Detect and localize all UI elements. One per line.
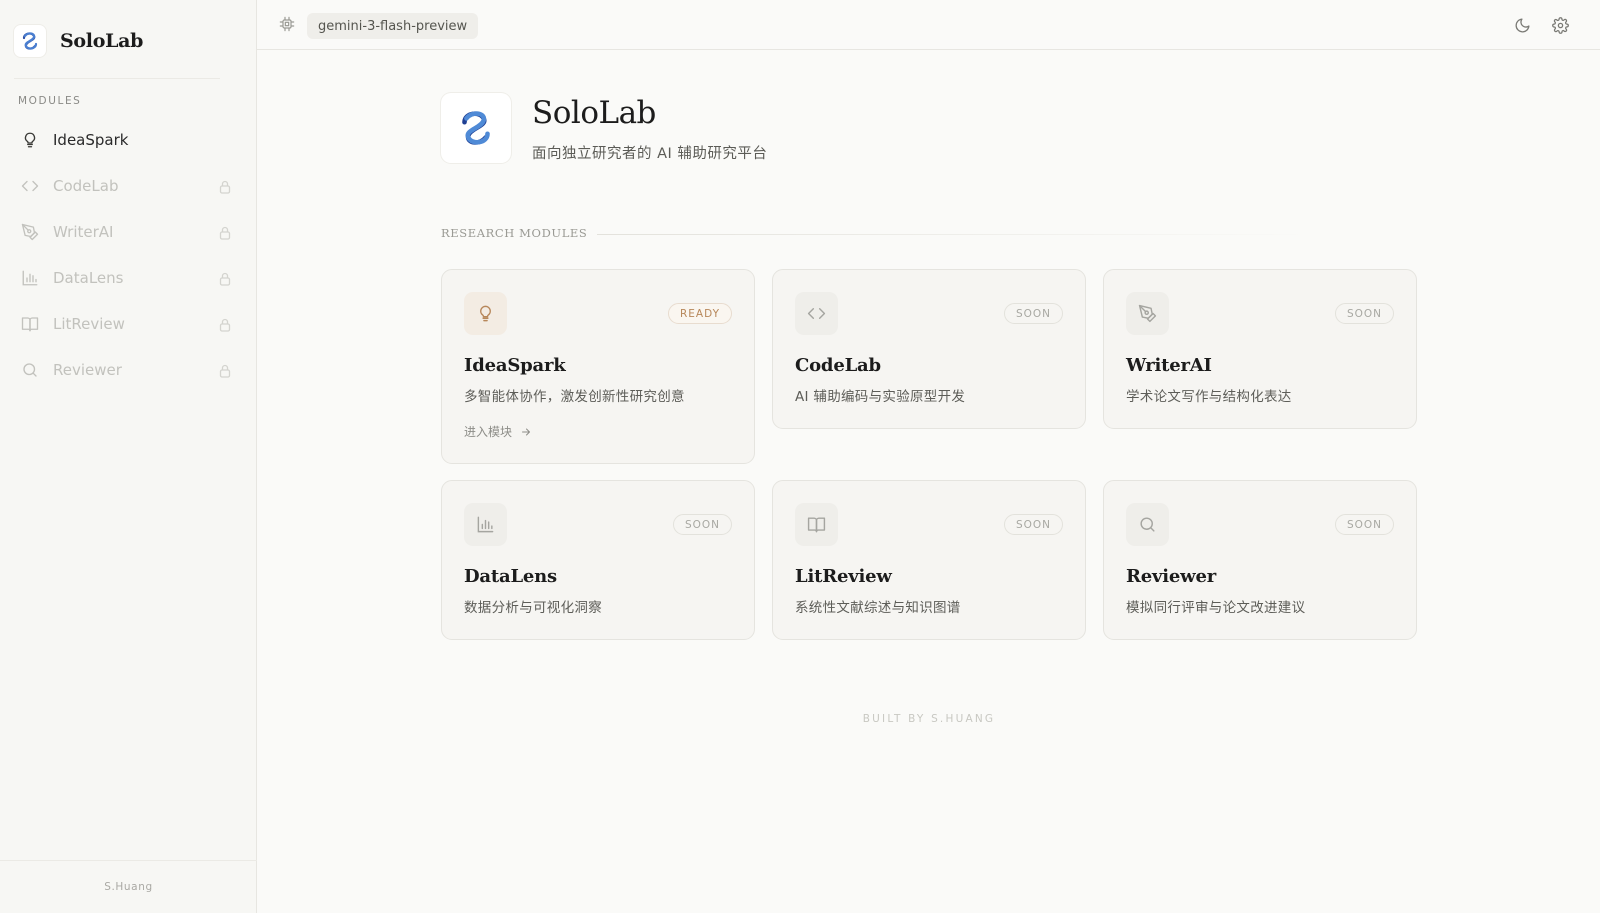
- code-icon: [795, 292, 838, 335]
- sidebar-item-label: Reviewer: [53, 361, 122, 379]
- card-description: 数据分析与可视化洞察: [464, 600, 602, 616]
- search-icon: [20, 360, 40, 380]
- lightbulb-icon: [20, 130, 40, 150]
- lock-icon: [219, 271, 231, 286]
- page-title: SoloLab: [532, 95, 656, 131]
- card-title: CodeLab: [795, 355, 881, 376]
- search-icon: [1126, 503, 1169, 546]
- module-card-writerai[interactable]: SOON WriterAI 学术论文写作与结构化表达: [1103, 269, 1417, 429]
- status-badge: SOON: [1334, 303, 1394, 324]
- lock-icon: [219, 317, 231, 332]
- lock-icon: [219, 363, 231, 378]
- sidebar-item-datalens[interactable]: DataLens: [0, 255, 257, 301]
- card-title: IdeaSpark: [464, 355, 566, 376]
- settings-button[interactable]: [1550, 15, 1570, 35]
- top-bar: gemini-3-flash-preview: [257, 0, 1600, 50]
- dark-mode-toggle[interactable]: [1512, 15, 1532, 35]
- card-description: 学术论文写作与结构化表达: [1126, 389, 1292, 405]
- card-title: Reviewer: [1126, 566, 1216, 587]
- sidebar-item-writerai[interactable]: WriterAI: [0, 209, 257, 255]
- built-by-footer: BUILT BY S.HUANG: [862, 713, 996, 725]
- sidebar-item-litreview[interactable]: LitReview: [0, 301, 257, 347]
- sidebar-item-reviewer[interactable]: Reviewer: [0, 347, 257, 393]
- status-badge: READY: [667, 303, 732, 324]
- sidebar-footer: S.Huang: [104, 881, 153, 893]
- model-selector[interactable]: gemini-3-flash-preview: [307, 13, 479, 39]
- status-badge: SOON: [672, 514, 732, 535]
- section-label: RESEARCH MODULES: [441, 226, 588, 240]
- module-card-reviewer[interactable]: SOON Reviewer 模拟同行评审与论文改进建议: [1103, 480, 1417, 640]
- card-title: DataLens: [464, 566, 557, 587]
- book-open-icon: [795, 503, 838, 546]
- status-badge: SOON: [1003, 514, 1063, 535]
- card-title: LitReview: [795, 566, 892, 587]
- book-open-icon: [20, 314, 40, 334]
- card-title: WriterAI: [1126, 355, 1212, 376]
- gear-icon: [1551, 16, 1569, 34]
- sidebar-item-label: LitReview: [53, 315, 125, 333]
- brand-name: SoloLab: [60, 30, 144, 52]
- top-actions: [1512, 15, 1570, 35]
- pen-tool-icon: [1126, 292, 1169, 335]
- card-description: AI 辅助编码与实验原型开发: [795, 389, 966, 405]
- sidebar-section-label: MODULES: [18, 95, 82, 107]
- module-card-litreview[interactable]: SOON LitReview 系统性文献综述与知识图谱: [772, 480, 1086, 640]
- sidebar: SoloLab MODULES IdeaSpark CodeLab Writer…: [0, 0, 257, 913]
- lock-icon: [219, 225, 231, 240]
- cpu-chip-icon: [279, 16, 295, 32]
- module-card-codelab[interactable]: SOON CodeLab AI 辅助编码与实验原型开发: [772, 269, 1086, 429]
- code-icon: [20, 176, 40, 196]
- status-badge: SOON: [1334, 514, 1394, 535]
- hero-logo-icon: [441, 93, 511, 163]
- page-subtitle: 面向独立研究者的 AI 辅助研究平台: [532, 146, 768, 162]
- module-card-datalens[interactable]: SOON DataLens 数据分析与可视化洞察: [441, 480, 755, 640]
- bar-chart-icon: [20, 268, 40, 288]
- brand[interactable]: SoloLab: [14, 24, 143, 58]
- sidebar-item-codelab[interactable]: CodeLab: [0, 163, 257, 209]
- arrow-right-icon: [522, 428, 531, 435]
- sidebar-footer-divider: [0, 860, 257, 861]
- sololab-logo-icon: [14, 25, 46, 57]
- enter-module-link[interactable]: 进入模块: [464, 423, 532, 440]
- moon-icon: [1515, 17, 1530, 32]
- sidebar-divider: [14, 78, 220, 79]
- card-description: 模拟同行评审与论文改进建议: [1126, 600, 1306, 616]
- sidebar-item-ideaspark[interactable]: IdeaSpark: [0, 117, 257, 163]
- pen-tool-icon: [20, 222, 40, 242]
- lightbulb-icon: [464, 292, 507, 335]
- bar-chart-icon: [464, 503, 507, 546]
- card-description: 多智能体协作，激发创新性研究创意: [464, 389, 685, 405]
- card-description: 系统性文献综述与知识图谱: [795, 600, 961, 616]
- sidebar-item-label: DataLens: [53, 269, 124, 287]
- lock-icon: [219, 179, 231, 194]
- sidebar-item-label: IdeaSpark: [53, 131, 129, 149]
- module-card-ideaspark[interactable]: READY IdeaSpark 多智能体协作，激发创新性研究创意 进入模块: [441, 269, 755, 464]
- sidebar-item-label: CodeLab: [53, 177, 119, 195]
- sidebar-nav: IdeaSpark CodeLab WriterAI DataLens LitR…: [0, 117, 257, 393]
- section-divider: [597, 234, 1315, 235]
- status-badge: SOON: [1003, 303, 1063, 324]
- enter-module-label: 进入模块: [464, 425, 513, 439]
- sidebar-item-label: WriterAI: [53, 223, 114, 241]
